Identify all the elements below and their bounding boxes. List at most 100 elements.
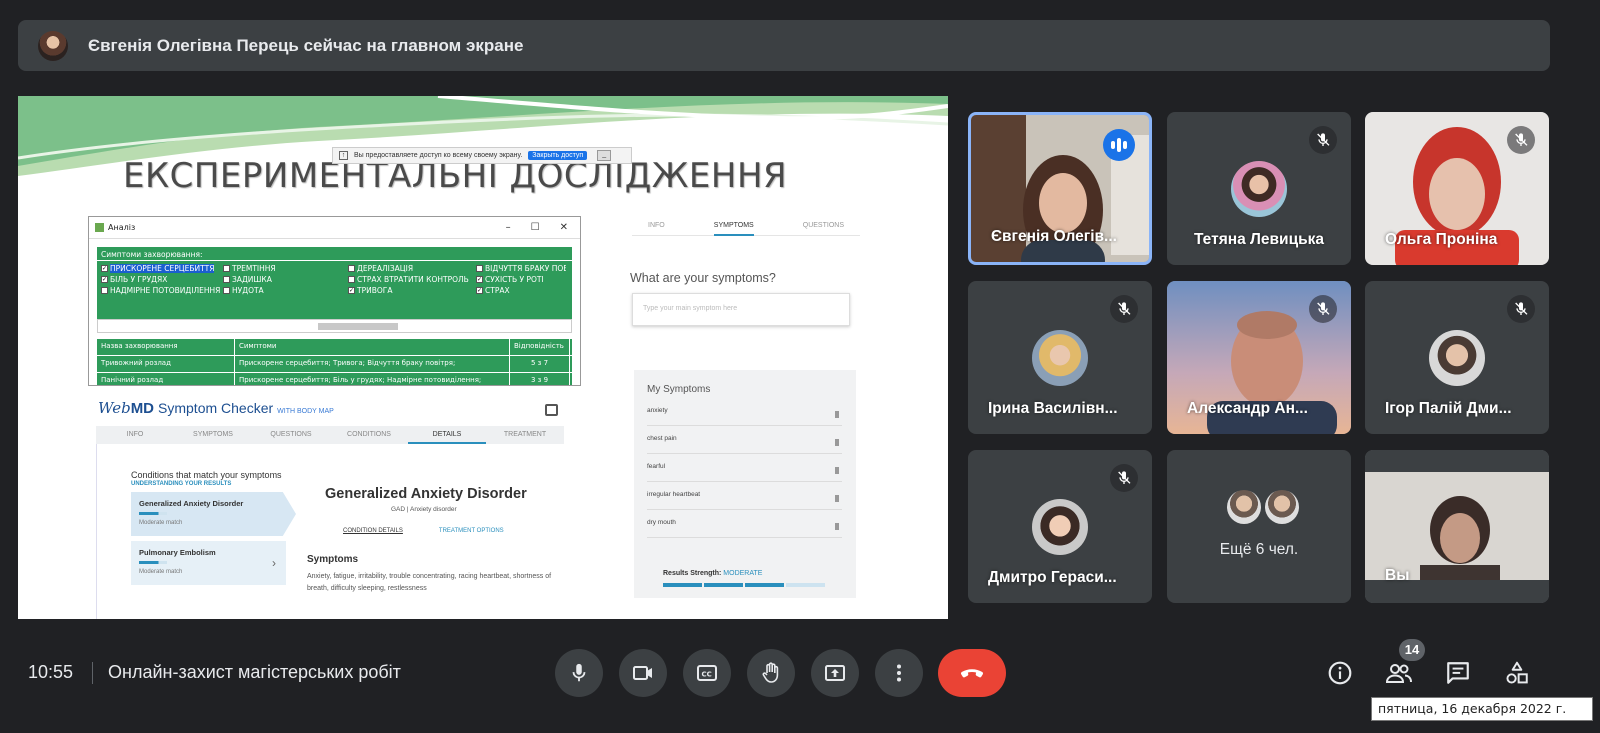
present-screen-button[interactable] [811,649,859,697]
disorder-tabs: CONDITION DETAILS TREATMENT OPTIONS [343,528,504,534]
symptoms-text: Anxiety, fatigue, irritability, trouble … [307,573,552,592]
meeting-details-button[interactable] [1324,657,1356,689]
stop-sharing-button[interactable]: Закрыть доступ [528,151,588,160]
symptom-checkbox: НАДМІРНЕ ПОТОВИДІЛЕННЯ [101,285,223,295]
raise-hand-icon [762,662,779,683]
participant-avatar [1429,329,1485,386]
more-options-button[interactable] [875,649,923,697]
clock: 10:55 [28,662,74,682]
mic-muted-icon [1507,126,1535,154]
captions-icon: CC [697,665,717,681]
presenter-banner: Євгенія Олегівна Перець сейчас на главно… [18,20,1550,71]
conditions-title: Conditions that match your symptoms [131,470,282,480]
participant-tile-dmytro[interactable]: Дмитро Гераси... [968,450,1152,603]
symptom-checkbox: ✓ СУХІСТЬ У РОТІ [476,274,544,284]
my-symptoms-panel: My Symptoms anxiety chest pain fearful i… [634,370,856,598]
meeting-title: Онлайн-захист магістерських робіт [108,662,401,682]
symptom-checkbox: ✓ БІЛЬ У ГРУДЯХ [101,274,168,284]
trash-icon [835,411,839,418]
participant-name: Дмитро Гераси... [988,569,1117,586]
table-header-row: Назва захворювання Симптоми Відповідніст… [97,339,572,356]
captions-button[interactable]: CC [683,649,731,697]
more-participants-tile[interactable]: Ещё 6 чел. [1167,450,1351,603]
people-button[interactable] [1383,657,1415,689]
participant-name: Євгенія Олегів... [991,228,1117,245]
participant-name: Вы [1385,567,1410,584]
self-view-tile[interactable]: Вы [1365,450,1549,603]
mic-muted-icon [1309,295,1337,323]
symptom-checkbox: ЗАДИШКА [223,274,348,284]
table-row: Панічний розлад Прискорене серцебиття; Б… [97,373,572,385]
trash-icon [835,467,839,474]
app-icon [95,223,104,232]
print-icon [545,404,558,416]
speaking-indicator-icon [1103,129,1135,161]
list-item: anxiety [647,407,842,426]
raise-hand-button[interactable] [747,649,795,697]
minimize-icon: – [505,222,511,233]
symptoms-header: Симптоми захворювання: [97,247,572,261]
chevron-right-icon: › [272,556,276,570]
more-participants-avatars [1227,490,1299,524]
participant-name: Ольга Проніна [1385,231,1498,248]
date-tooltip: пятница, 16 декабря 2022 г. [1371,697,1593,721]
activities-icon [1506,661,1528,684]
list-item: fearful [647,463,842,482]
mic-muted-icon [1507,295,1535,323]
body-map-link: WITH BODY MAP [277,408,334,415]
chat-button[interactable] [1442,657,1474,689]
webmd-header: WebMD Symptom Checker WITH BODY MAP [96,399,566,421]
webmd-tabs: INFO SYMPTOMS QUESTIONS CONDITIONS DETAI… [96,426,564,444]
symptom-checkbox: НУДОТА [223,285,348,295]
info-icon [1328,661,1352,685]
participant-name: Александр Ан... [1187,400,1308,417]
symptom-checkbox: ✓ ПРИСКОРЕНЕ СЕРЦЕБИТТЯ [101,263,215,273]
divider [92,662,93,684]
participant-avatar [1032,329,1088,386]
symptom-checkbox: СТРАХ ВТРАТИТИ КОНТРОЛЬ [348,274,476,284]
participant-tile-iryna[interactable]: Ірина Василівн... [968,281,1152,434]
horizontal-scrollbar [97,319,572,333]
table-row: Тривожний розлад Прискорене серцебиття; … [97,356,572,373]
camera-button[interactable] [619,649,667,697]
participant-avatar [1231,160,1287,217]
mic-muted-icon [1110,295,1138,323]
list-item: dry mouth [647,519,842,538]
camera-icon [633,666,652,680]
symptoms-heading: Symptoms [307,554,359,565]
participant-tile-evgenia[interactable]: Євгенія Олегів... [968,112,1152,265]
disorder-subtitle: GAD | Anxiety disorder [391,506,457,513]
symptom-input: Type your main symptom here [632,293,850,326]
hide-notice-button[interactable]: _ [597,150,612,161]
microphone-icon [572,663,586,682]
participant-name: Ігор Палій Дми... [1385,400,1512,417]
results-strength: Results Strength: MODERATE [663,570,763,577]
participant-tile-tetiana[interactable]: Тетяна Левицька [1167,112,1351,265]
results-table: Назва захворювання Симптоми Відповідніст… [97,339,572,385]
share-notice-text: Вы предоставляете доступ ко всему своему… [354,152,523,159]
microphone-button[interactable] [555,649,603,697]
participant-tile-olga[interactable]: Ольга Проніна [1365,112,1549,265]
end-call-button[interactable] [938,649,1006,697]
chat-icon [1447,662,1469,684]
activities-button[interactable] [1501,657,1533,689]
participant-tile-ihor[interactable]: Ігор Палій Дми... [1365,281,1549,434]
trash-icon [835,439,839,446]
disorder-title: Generalized Anxiety Disorder [325,486,527,502]
participant-avatar [1032,498,1088,555]
presenter-banner-text: Євгенія Олегівна Перець сейчас на главно… [88,35,524,55]
more-options-icon [897,664,901,682]
participant-name: Ірина Василівн... [988,400,1118,417]
participant-tile-aleksandr[interactable]: Александр Ан... [1167,281,1351,434]
condition-card: Pulmonary Embolism Moderate match › [131,541,286,585]
participant-name: Тетяна Левицька [1193,231,1325,248]
webmd-body: Conditions that match your symptoms UNDE… [96,444,564,619]
webmd-symptom-checker: WebMD Symptom Checker WITH BODY MAP INFO… [96,399,566,619]
analysis-window: Аналіз – ☐ ✕ Симптоми захворювання: ✓ ПРИ… [88,216,581,386]
symptom-panel-tabs: INFO SYMPTOMS QUESTIONS [632,222,860,236]
analysis-window-title: Аналіз [108,223,136,232]
condition-card: Generalized Anxiety Disorder Moderate ma… [131,492,296,536]
shared-screen[interactable]: ЕКСПЕРИМЕНТАЛЬНІ ДОСЛІДЖЕННЯ ↑ Вы предос… [18,96,948,619]
people-icon [1385,664,1412,683]
trash-icon [835,523,839,530]
